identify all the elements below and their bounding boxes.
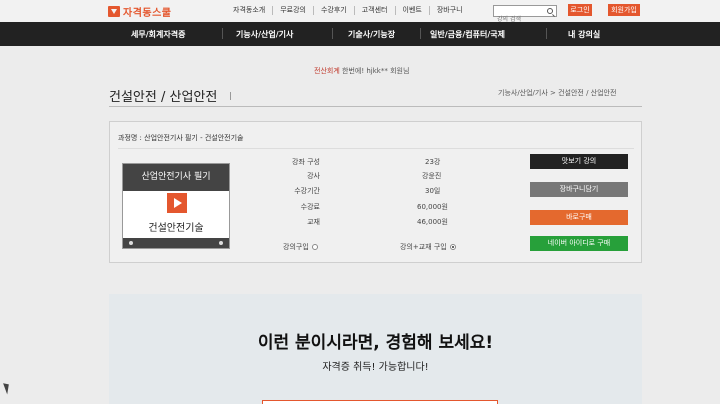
search-box [493,5,557,25]
top-bar: 자격동스쿨 자격동소개 무료강의 수강후기 고객센터 이벤트 장바구니 로그인 … [0,0,720,25]
join-button[interactable]: 회원가입 [608,4,640,16]
top-nav: 자격동소개 무료강의 수강후기 고객센터 이벤트 장바구니 [226,6,470,15]
option-bundle-radio[interactable] [449,244,456,250]
main-nav-my-classroom[interactable]: 내 강의실 [568,29,600,40]
main-nav-divider [332,28,333,39]
info-value-composition: 23강 [425,158,441,166]
notice-highlight: 전산회계 [314,67,340,75]
top-nav-reviews[interactable]: 수강후기 [314,6,355,15]
dot-icon [219,241,223,245]
breadcrumb[interactable]: 기능사/산업/기사 > 건설안전 / 산업안전 [498,88,616,98]
option-lecture-radio[interactable] [311,244,318,250]
top-nav-cart[interactable]: 장바구니 [430,6,470,15]
promo-title: 이런 분이시라면, 경험해 보세요! [257,333,494,353]
thumbnail-title: 건설안전기술 [148,223,204,234]
info-value-instructor: 강윤진 [422,172,442,180]
option-bundle[interactable]: 강의+교재 구입 [400,242,456,252]
add-to-cart-button[interactable]: 장바구니담기 [530,182,628,197]
main-nav-engineer[interactable]: 기술사/기능장 [348,29,395,40]
info-label-period: 수강기간 [294,187,320,195]
naver-buy-button[interactable]: 네이버 아이디로 구매 [530,236,628,251]
top-nav-free-lecture[interactable]: 무료강의 [273,6,314,15]
logo-flag-icon [108,6,120,17]
page-title: 건설안전 / 산업안전 [109,90,218,105]
notice-text: 한번에! hjkk** 회원님 [342,67,410,75]
card-divider [118,148,634,149]
top-nav-support[interactable]: 고객센터 [355,6,396,15]
logo-text: 자격동스쿨 [123,8,172,19]
promo-section: 이런 분이시라면, 경험해 보세요! 자격증 취득! 가능합니다! [109,294,642,404]
promo-subtitle: 자격증 취득! 가능합니다! [322,362,429,373]
option-lecture[interactable]: 강의구입 [283,242,318,252]
thumbnail-heading: 산업안전기사 필기 [123,164,229,191]
info-label-instructor: 강사 [307,172,320,180]
main-nav-general[interactable]: 일반/금융/컴퓨터/국제 [430,29,505,40]
top-nav-events[interactable]: 이벤트 [396,6,430,15]
search-icon[interactable] [547,8,553,14]
preview-lecture-button[interactable]: 맛보기 강의 [530,154,628,169]
course-thumbnail[interactable]: 산업안전기사 필기 건설안전기술 [122,163,230,249]
play-icon[interactable] [167,193,187,213]
info-label-textbook: 교재 [307,218,320,226]
title-rule [109,106,642,107]
notice-banner: 전산회계 한번에! hjkk** 회원님 [314,66,409,76]
title-divider [230,92,231,100]
top-nav-about[interactable]: 자격동소개 [226,6,274,15]
buy-now-button[interactable]: 바로구매 [530,210,628,225]
login-button[interactable]: 로그인 [568,4,592,16]
main-nav-tax-accounting[interactable]: 세무/회계자격증 [131,29,185,40]
main-nav: 세무/회계자격증 기능사/산업/기사 기술사/기능장 일반/금융/컴퓨터/국제 … [0,22,720,46]
site-logo[interactable]: 자격동스쿨 [108,4,172,19]
mouse-cursor-icon [3,381,12,395]
info-label-tuition: 수강료 [300,203,320,211]
main-nav-craftsman[interactable]: 기능사/산업/기사 [236,29,293,40]
info-value-textbook: 46,000원 [417,218,448,226]
thumbnail-footer [123,238,229,248]
main-nav-divider [222,28,223,39]
main-nav-divider [420,28,421,39]
option-bundle-label: 강의+교재 구입 [400,243,447,251]
info-value-period: 30일 [425,187,441,195]
info-label-composition: 강좌 구성 [292,158,320,166]
dot-icon [129,241,133,245]
course-name: 과정명 : 산업안전기사 필기 - 건설안전기술 [118,134,244,142]
main-nav-divider [546,28,547,39]
info-value-tuition: 60,000원 [417,203,448,211]
option-lecture-label: 강의구입 [283,243,309,251]
promo-button[interactable] [262,400,498,404]
